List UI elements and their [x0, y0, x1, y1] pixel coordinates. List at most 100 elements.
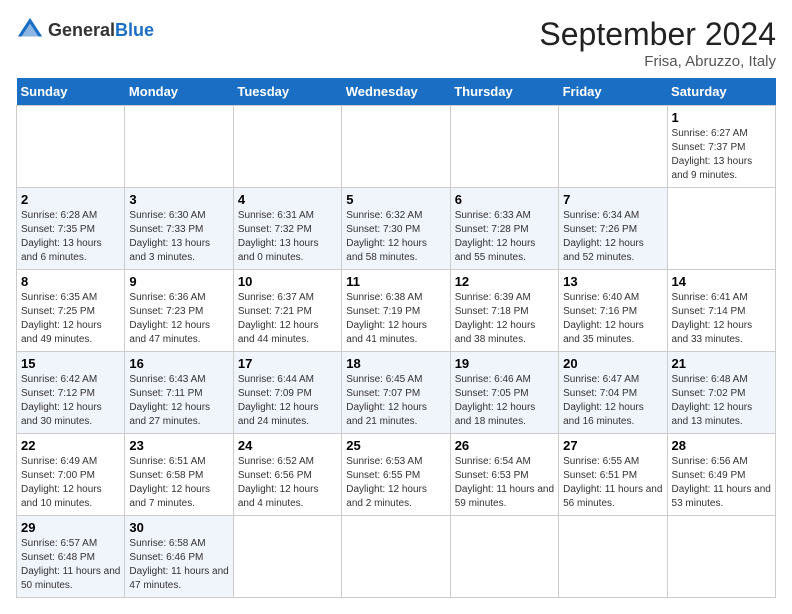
day-of-week-header: Sunday: [17, 78, 125, 106]
calendar-cell: 22 Sunrise: 6:49 AM Sunset: 7:00 PM Dayl…: [17, 434, 125, 516]
calendar-cell: [559, 106, 667, 188]
day-info: Sunrise: 6:57 AM Sunset: 6:48 PM Dayligh…: [21, 537, 120, 593]
day-number: 14: [672, 274, 771, 289]
calendar-cell: 29 Sunrise: 6:57 AM Sunset: 6:48 PM Dayl…: [17, 516, 125, 598]
day-info: Sunrise: 6:48 AM Sunset: 7:02 PM Dayligh…: [672, 373, 771, 429]
calendar-cell: 27 Sunrise: 6:55 AM Sunset: 6:51 PM Dayl…: [559, 434, 667, 516]
day-number: 24: [238, 438, 337, 453]
day-number: 28: [672, 438, 771, 453]
day-info: Sunrise: 6:41 AM Sunset: 7:14 PM Dayligh…: [672, 291, 771, 347]
calendar-cell: 14 Sunrise: 6:41 AM Sunset: 7:14 PM Dayl…: [667, 270, 775, 352]
day-of-week-header: Friday: [559, 78, 667, 106]
calendar-cell: 16 Sunrise: 6:43 AM Sunset: 7:11 PM Dayl…: [125, 352, 233, 434]
calendar-cell: [17, 106, 125, 188]
day-number: 29: [21, 520, 120, 535]
day-number: 6: [455, 192, 554, 207]
day-number: 15: [21, 356, 120, 371]
day-info: Sunrise: 6:37 AM Sunset: 7:21 PM Dayligh…: [238, 291, 337, 347]
calendar-week-row: 8 Sunrise: 6:35 AM Sunset: 7:25 PM Dayli…: [17, 270, 776, 352]
calendar-table: SundayMondayTuesdayWednesdayThursdayFrid…: [16, 78, 776, 598]
day-info: Sunrise: 6:43 AM Sunset: 7:11 PM Dayligh…: [129, 373, 228, 429]
month-title: September 2024: [539, 16, 776, 53]
calendar-week-row: 1 Sunrise: 6:27 AM Sunset: 7:37 PM Dayli…: [17, 106, 776, 188]
calendar-cell: [450, 516, 558, 598]
calendar-cell: [559, 516, 667, 598]
day-number: 1: [672, 110, 771, 125]
calendar-body: 1 Sunrise: 6:27 AM Sunset: 7:37 PM Dayli…: [17, 106, 776, 598]
calendar-cell: 30 Sunrise: 6:58 AM Sunset: 6:46 PM Dayl…: [125, 516, 233, 598]
day-number: 12: [455, 274, 554, 289]
day-info: Sunrise: 6:39 AM Sunset: 7:18 PM Dayligh…: [455, 291, 554, 347]
day-number: 25: [346, 438, 445, 453]
day-of-week-header: Thursday: [450, 78, 558, 106]
days-of-week-row: SundayMondayTuesdayWednesdayThursdayFrid…: [17, 78, 776, 106]
title-block: September 2024 Frisa, Abruzzo, Italy: [539, 16, 776, 70]
day-number: 19: [455, 356, 554, 371]
day-number: 16: [129, 356, 228, 371]
calendar-cell: 26 Sunrise: 6:54 AM Sunset: 6:53 PM Dayl…: [450, 434, 558, 516]
calendar-cell: 3 Sunrise: 6:30 AM Sunset: 7:33 PM Dayli…: [125, 188, 233, 270]
day-info: Sunrise: 6:33 AM Sunset: 7:28 PM Dayligh…: [455, 209, 554, 265]
day-info: Sunrise: 6:32 AM Sunset: 7:30 PM Dayligh…: [346, 209, 445, 265]
day-number: 23: [129, 438, 228, 453]
calendar-cell: 13 Sunrise: 6:40 AM Sunset: 7:16 PM Dayl…: [559, 270, 667, 352]
day-info: Sunrise: 6:46 AM Sunset: 7:05 PM Dayligh…: [455, 373, 554, 429]
day-info: Sunrise: 6:35 AM Sunset: 7:25 PM Dayligh…: [21, 291, 120, 347]
day-number: 21: [672, 356, 771, 371]
calendar-cell: 20 Sunrise: 6:47 AM Sunset: 7:04 PM Dayl…: [559, 352, 667, 434]
calendar-cell: 28 Sunrise: 6:56 AM Sunset: 6:49 PM Dayl…: [667, 434, 775, 516]
calendar-cell: 17 Sunrise: 6:44 AM Sunset: 7:09 PM Dayl…: [233, 352, 341, 434]
day-info: Sunrise: 6:58 AM Sunset: 6:46 PM Dayligh…: [129, 537, 228, 593]
calendar-cell: 12 Sunrise: 6:39 AM Sunset: 7:18 PM Dayl…: [450, 270, 558, 352]
calendar-cell: 24 Sunrise: 6:52 AM Sunset: 6:56 PM Dayl…: [233, 434, 341, 516]
day-info: Sunrise: 6:53 AM Sunset: 6:55 PM Dayligh…: [346, 455, 445, 511]
calendar-cell: [233, 516, 341, 598]
day-info: Sunrise: 6:31 AM Sunset: 7:32 PM Dayligh…: [238, 209, 337, 265]
calendar-cell: [667, 516, 775, 598]
calendar-cell: 5 Sunrise: 6:32 AM Sunset: 7:30 PM Dayli…: [342, 188, 450, 270]
day-number: 9: [129, 274, 228, 289]
calendar-cell: 2 Sunrise: 6:28 AM Sunset: 7:35 PM Dayli…: [17, 188, 125, 270]
day-info: Sunrise: 6:27 AM Sunset: 7:37 PM Dayligh…: [672, 127, 771, 183]
logo-text: GeneralBlue: [48, 20, 154, 41]
calendar-cell: 7 Sunrise: 6:34 AM Sunset: 7:26 PM Dayli…: [559, 188, 667, 270]
calendar-cell: 11 Sunrise: 6:38 AM Sunset: 7:19 PM Dayl…: [342, 270, 450, 352]
day-info: Sunrise: 6:49 AM Sunset: 7:00 PM Dayligh…: [21, 455, 120, 511]
calendar-week-row: 22 Sunrise: 6:49 AM Sunset: 7:00 PM Dayl…: [17, 434, 776, 516]
day-number: 7: [563, 192, 662, 207]
calendar-cell: 19 Sunrise: 6:46 AM Sunset: 7:05 PM Dayl…: [450, 352, 558, 434]
day-info: Sunrise: 6:47 AM Sunset: 7:04 PM Dayligh…: [563, 373, 662, 429]
calendar-cell: 23 Sunrise: 6:51 AM Sunset: 6:58 PM Dayl…: [125, 434, 233, 516]
calendar-cell: 1 Sunrise: 6:27 AM Sunset: 7:37 PM Dayli…: [667, 106, 775, 188]
logo-icon: [16, 16, 44, 44]
day-info: Sunrise: 6:30 AM Sunset: 7:33 PM Dayligh…: [129, 209, 228, 265]
day-number: 5: [346, 192, 445, 207]
calendar-week-row: 2 Sunrise: 6:28 AM Sunset: 7:35 PM Dayli…: [17, 188, 776, 270]
day-info: Sunrise: 6:28 AM Sunset: 7:35 PM Dayligh…: [21, 209, 120, 265]
calendar-cell: [667, 188, 775, 270]
location-subtitle: Frisa, Abruzzo, Italy: [539, 53, 776, 70]
calendar-header: SundayMondayTuesdayWednesdayThursdayFrid…: [17, 78, 776, 106]
calendar-cell: 6 Sunrise: 6:33 AM Sunset: 7:28 PM Dayli…: [450, 188, 558, 270]
day-info: Sunrise: 6:52 AM Sunset: 6:56 PM Dayligh…: [238, 455, 337, 511]
calendar-cell: 25 Sunrise: 6:53 AM Sunset: 6:55 PM Dayl…: [342, 434, 450, 516]
calendar-cell: [233, 106, 341, 188]
day-info: Sunrise: 6:36 AM Sunset: 7:23 PM Dayligh…: [129, 291, 228, 347]
day-number: 18: [346, 356, 445, 371]
calendar-cell: 8 Sunrise: 6:35 AM Sunset: 7:25 PM Dayli…: [17, 270, 125, 352]
calendar-week-row: 29 Sunrise: 6:57 AM Sunset: 6:48 PM Dayl…: [17, 516, 776, 598]
day-number: 8: [21, 274, 120, 289]
calendar-cell: [342, 516, 450, 598]
day-of-week-header: Monday: [125, 78, 233, 106]
day-of-week-header: Tuesday: [233, 78, 341, 106]
calendar-cell: 4 Sunrise: 6:31 AM Sunset: 7:32 PM Dayli…: [233, 188, 341, 270]
day-info: Sunrise: 6:45 AM Sunset: 7:07 PM Dayligh…: [346, 373, 445, 429]
day-info: Sunrise: 6:40 AM Sunset: 7:16 PM Dayligh…: [563, 291, 662, 347]
calendar-cell: [450, 106, 558, 188]
day-number: 3: [129, 192, 228, 207]
calendar-cell: [342, 106, 450, 188]
logo-general: General: [48, 20, 115, 40]
logo-blue: Blue: [115, 20, 154, 40]
day-number: 17: [238, 356, 337, 371]
day-of-week-header: Saturday: [667, 78, 775, 106]
